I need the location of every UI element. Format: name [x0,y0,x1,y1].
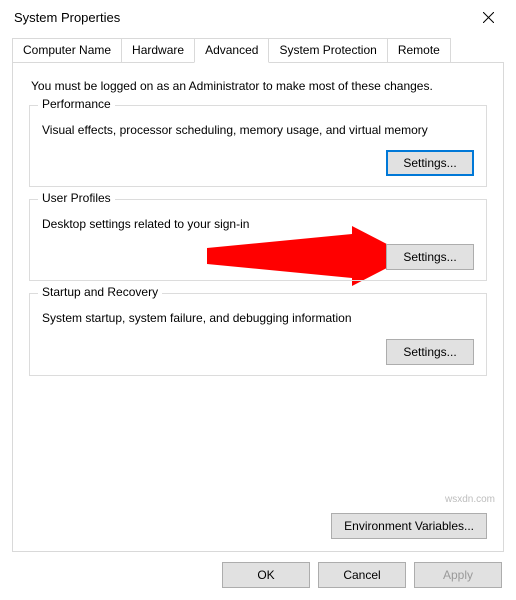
group-user-profiles: User Profiles Desktop settings related t… [29,199,487,281]
tab-remote[interactable]: Remote [387,38,451,63]
dialog-button-row: OK Cancel Apply [0,552,516,600]
system-properties-window: System Properties Computer Name Hardware… [0,0,516,600]
group-performance: Performance Visual effects, processor sc… [29,105,487,187]
cancel-button[interactable]: Cancel [318,562,406,588]
watermark-text: wsxdn.com [445,494,495,505]
group-user-profiles-legend: User Profiles [38,191,115,205]
tab-strip: Computer Name Hardware Advanced System P… [12,38,504,63]
group-performance-desc: Visual effects, processor scheduling, me… [42,122,474,138]
window-title: System Properties [14,10,120,25]
group-user-profiles-buttons: Settings... [42,244,474,270]
group-performance-buttons: Settings... [42,150,474,176]
group-performance-legend: Performance [38,97,115,111]
ok-button[interactable]: OK [222,562,310,588]
tab-advanced[interactable]: Advanced [194,38,269,63]
performance-settings-button[interactable]: Settings... [386,150,474,176]
group-user-profiles-desc: Desktop settings related to your sign-in [42,216,474,232]
admin-notice: You must be logged on as an Administrato… [31,79,487,93]
startup-recovery-settings-button[interactable]: Settings... [386,339,474,365]
env-vars-row: Environment Variables... [29,507,487,539]
client-area: Computer Name Hardware Advanced System P… [0,34,516,552]
tab-computer-name[interactable]: Computer Name [12,38,122,63]
user-profiles-settings-button[interactable]: Settings... [386,244,474,270]
tab-system-protection[interactable]: System Protection [268,38,387,63]
tab-panel-advanced: You must be logged on as an Administrato… [12,62,504,552]
group-startup-recovery-buttons: Settings... [42,339,474,365]
group-startup-recovery-desc: System startup, system failure, and debu… [42,310,474,326]
group-startup-recovery-legend: Startup and Recovery [38,285,162,299]
environment-variables-button[interactable]: Environment Variables... [331,513,487,539]
apply-button[interactable]: Apply [414,562,502,588]
group-startup-recovery: Startup and Recovery System startup, sys… [29,293,487,375]
tab-hardware[interactable]: Hardware [121,38,195,63]
close-button[interactable] [472,3,504,31]
titlebar: System Properties [0,0,516,34]
close-icon [483,12,494,23]
